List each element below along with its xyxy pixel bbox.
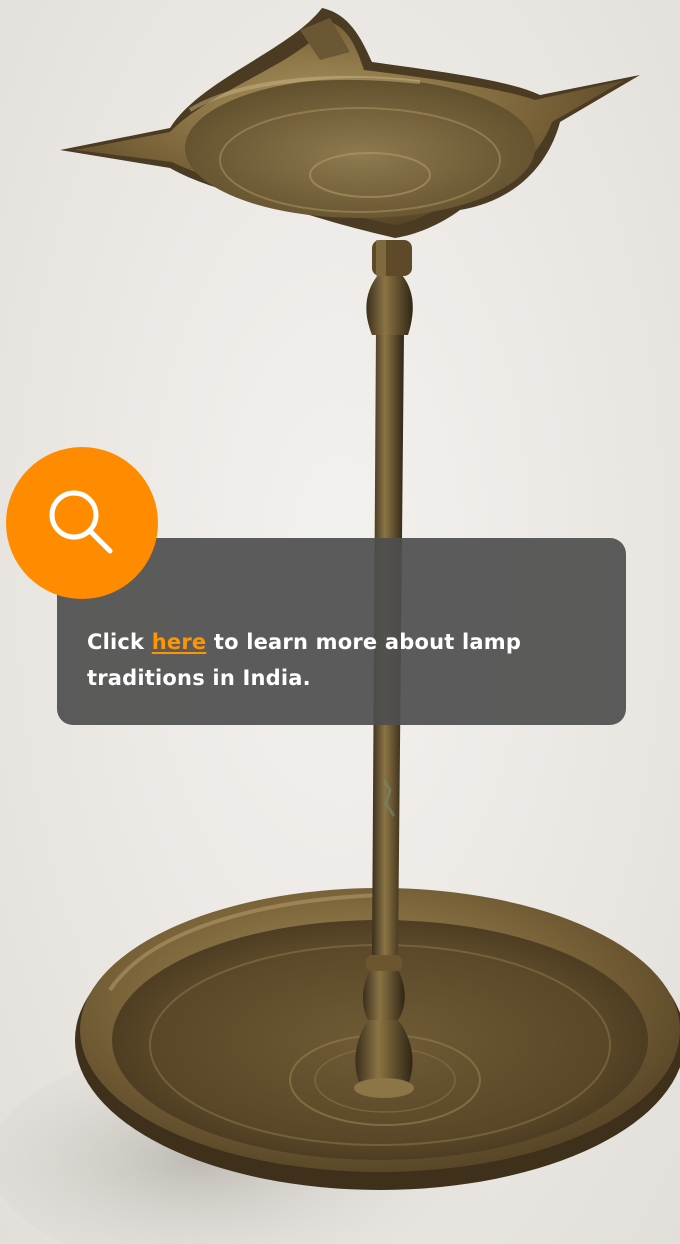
search-icon <box>49 490 113 554</box>
learn-more-link[interactable]: here <box>152 630 207 654</box>
search-button[interactable] <box>6 447 158 599</box>
info-text: Click here to learn more about lamp trad… <box>87 624 602 696</box>
info-text-prefix: Click <box>87 630 152 654</box>
